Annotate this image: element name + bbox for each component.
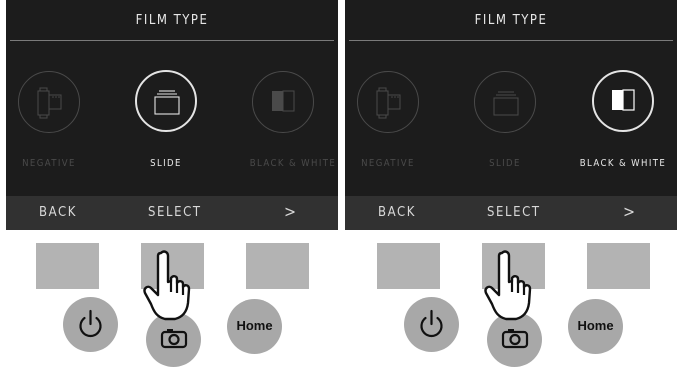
hardware-button-right[interactable] [246, 243, 309, 289]
home-button[interactable]: Home [227, 299, 282, 354]
title-divider [10, 40, 334, 41]
black-white-icon [272, 90, 295, 112]
screen-right: FILM TYPE NEGATIVE SLIDE BLACK & WHITE B… [345, 0, 677, 230]
option-slide-button[interactable] [474, 71, 536, 133]
option-label-negative: NEGATIVE [22, 158, 76, 169]
pointing-hand-icon [143, 250, 191, 321]
option-negative-button[interactable] [18, 71, 80, 133]
bottom-nav-bar: BACK SELECT > [345, 196, 677, 230]
film-canister-icon [37, 87, 62, 119]
option-label-black-white: BLACK & WHITE [249, 158, 337, 169]
option-label-negative: NEGATIVE [361, 158, 415, 169]
next-button[interactable]: > [623, 202, 637, 221]
option-black-white-button[interactable] [592, 70, 654, 132]
power-icon [420, 309, 443, 338]
select-button[interactable]: SELECT [148, 205, 202, 220]
select-button[interactable]: SELECT [487, 205, 541, 220]
title-divider [349, 40, 673, 41]
option-negative-button[interactable] [357, 71, 419, 133]
next-button[interactable]: > [284, 202, 298, 221]
hardware-button-right[interactable] [587, 243, 650, 289]
power-button[interactable] [63, 297, 118, 352]
screen-title: FILM TYPE [135, 13, 209, 28]
black-white-icon [612, 89, 635, 111]
pointing-hand-icon [484, 250, 532, 321]
bottom-nav-bar: BACK SELECT > [6, 196, 338, 230]
power-icon [79, 309, 102, 338]
back-button[interactable]: BACK [378, 205, 416, 220]
slide-icon [154, 90, 180, 115]
option-label-slide: SLIDE [489, 158, 521, 169]
slide-icon [493, 91, 519, 116]
back-button[interactable]: BACK [39, 205, 77, 220]
option-slide-button[interactable] [135, 70, 197, 132]
screen-title: FILM TYPE [474, 13, 548, 28]
option-black-white-button[interactable] [252, 71, 314, 133]
home-label: Home [577, 318, 614, 333]
home-button[interactable]: Home [568, 299, 623, 354]
option-label-black-white: BLACK & WHITE [579, 158, 667, 169]
screen-left: FILM TYPE NEGATIVE SLIDE BLACK & WHITE B… [6, 0, 338, 230]
film-canister-icon [376, 87, 401, 119]
power-button[interactable] [404, 297, 459, 352]
hardware-button-left[interactable] [377, 243, 440, 289]
home-label: Home [236, 318, 273, 333]
hardware-button-left[interactable] [36, 243, 99, 289]
option-label-slide: SLIDE [150, 158, 182, 169]
